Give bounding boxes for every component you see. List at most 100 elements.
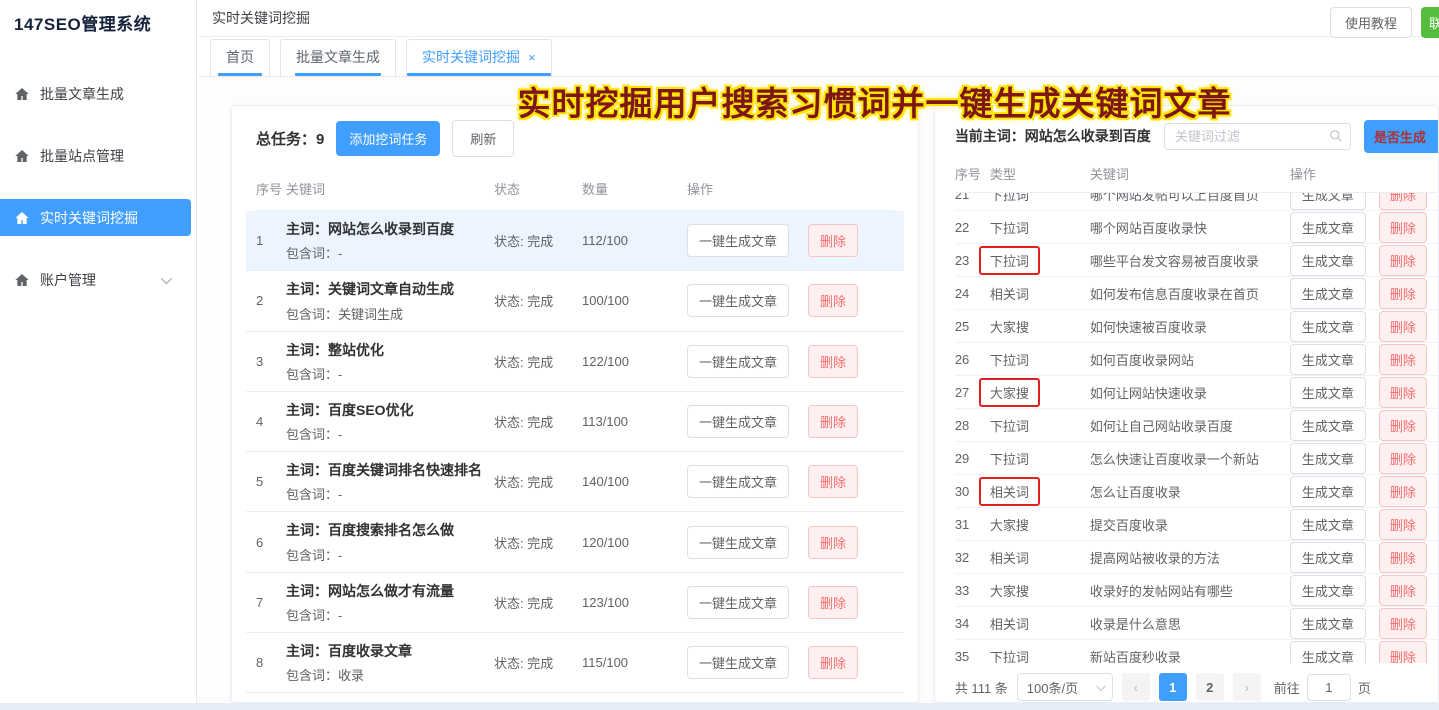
delete-button[interactable]: 删除 (1379, 311, 1427, 342)
prev-page-button[interactable]: ‹ (1122, 673, 1150, 701)
table-row: 33 大家搜 收录好的发帖网站有哪些 生成文章删除 (955, 574, 1438, 607)
main-keyword: 主词：网站怎么收录到百度 (286, 219, 494, 239)
delete-button[interactable]: 删除 (808, 405, 858, 438)
delete-button[interactable]: 删除 (808, 586, 858, 619)
delete-button[interactable]: 删除 (1379, 542, 1427, 573)
table-row[interactable]: 3 主词：整站优化包含词：- 状态: 完成 122/100 一键生成文章删除 (246, 332, 904, 392)
keyword-type: 相关词 (990, 284, 1029, 303)
delete-button[interactable]: 删除 (808, 646, 858, 679)
sidebar-item-account[interactable]: 账户管理 (0, 261, 191, 298)
delete-button[interactable]: 删除 (1379, 509, 1427, 540)
keyword-type: 相关词 (990, 614, 1029, 633)
delete-button[interactable]: 删除 (808, 345, 858, 378)
contact-button[interactable]: 联 (1421, 7, 1439, 38)
delete-button[interactable]: 删除 (1379, 608, 1427, 639)
status-text: 状态: 完成 (494, 231, 582, 250)
table-row: 32 相关词 提高网站被收录的方法 生成文章删除 (955, 541, 1438, 574)
mined-keyword: 收录是什么意思 (1090, 614, 1290, 633)
generate-article-button[interactable]: 生成文章 (1290, 575, 1366, 606)
next-page-button[interactable]: › (1233, 673, 1261, 701)
generate-article-button[interactable]: 生成文章 (1290, 212, 1366, 243)
table-row[interactable]: 5 主词：百度关键词排名快速排名包含词：- 状态: 完成 140/100 一键生… (246, 452, 904, 512)
page-number-2[interactable]: 2 (1196, 673, 1224, 701)
delete-button[interactable]: 删除 (808, 284, 858, 317)
generate-article-button[interactable]: 一键生成文章 (687, 526, 789, 559)
delete-button[interactable]: 删除 (1379, 377, 1427, 408)
keyword-toolbar: 当前主词：网站怎么收录到百度 是否生成 (955, 114, 1438, 158)
generate-article-button[interactable]: 生成文章 (1290, 608, 1366, 639)
generate-article-button[interactable]: 生成文章 (1290, 245, 1366, 276)
table-row: 30 相关词 怎么让百度收录 生成文章删除 (955, 475, 1438, 508)
table-row[interactable]: 4 主词：百度SEO优化包含词：- 状态: 完成 113/100 一键生成文章删… (246, 392, 904, 452)
table-row[interactable]: 8 主词：百度收录文章包含词：收录 状态: 完成 115/100 一键生成文章删… (246, 633, 904, 693)
keyword-table-body[interactable]: 21 下拉词 哪个网站发帖可以上百度首页 生成文章删除 22 下拉词 哪个网站百… (955, 193, 1438, 663)
delete-button[interactable]: 删除 (1379, 410, 1427, 441)
tutorial-button[interactable]: 使用教程 (1330, 7, 1412, 38)
tab-batch-article[interactable]: 批量文章生成 (280, 39, 396, 76)
sidebar: 147SEO管理系统 批量文章生成 批量站点管理 实时关键词挖掘 账户管理 (0, 0, 197, 710)
tab-bar: 首页 批量文章生成 实时关键词挖掘× (198, 37, 1439, 77)
delete-button[interactable]: 删除 (1379, 641, 1427, 664)
include-words: 包含词：- (286, 243, 494, 262)
delete-button[interactable]: 删除 (808, 224, 858, 257)
generate-article-button[interactable]: 生成文章 (1290, 476, 1366, 507)
main-keyword: 主词：百度收录文章 (286, 641, 494, 661)
delete-button[interactable]: 删除 (1379, 476, 1427, 507)
mined-keyword: 新站百度秒收录 (1090, 647, 1290, 664)
table-row[interactable]: 2 主词：关键词文章自动生成包含词：关键词生成 状态: 完成 100/100 一… (246, 271, 904, 331)
mined-keyword: 如何发布信息百度收录在首页 (1090, 284, 1290, 303)
home-icon (14, 210, 30, 226)
keyword-filter-input[interactable] (1164, 123, 1351, 150)
sidebar-item-batch-article[interactable]: 批量文章生成 (0, 75, 191, 112)
generate-article-button[interactable]: 生成文章 (1290, 641, 1366, 664)
generate-article-button[interactable]: 生成文章 (1290, 410, 1366, 441)
page-number-1[interactable]: 1 (1159, 673, 1187, 701)
generate-article-button[interactable]: 一键生成文章 (687, 405, 789, 438)
generate-article-button[interactable]: 生成文章 (1290, 443, 1366, 474)
generate-article-button[interactable]: 一键生成文章 (687, 646, 789, 679)
delete-button[interactable]: 删除 (808, 465, 858, 498)
table-row[interactable]: 7 主词：网站怎么做才有流量包含词：- 状态: 完成 123/100 一键生成文… (246, 573, 904, 633)
delete-button[interactable]: 删除 (1379, 212, 1427, 243)
generate-article-button[interactable]: 一键生成文章 (687, 465, 789, 498)
keyword-pagination: 共 111 条 100条/页 ‹ 1 2 › 前往 页 (955, 673, 1438, 701)
delete-button[interactable]: 删除 (1379, 245, 1427, 276)
sidebar-item-label: 账户管理 (40, 270, 96, 290)
delete-button[interactable]: 删除 (1379, 575, 1427, 606)
mined-keyword: 怎么让百度收录 (1090, 482, 1290, 501)
generate-article-button[interactable]: 生成文章 (1290, 278, 1366, 309)
generate-article-button[interactable]: 一键生成文章 (687, 224, 789, 257)
keyword-panel: 当前主词：网站怎么收录到百度 是否生成 序号 类型 关键词 操作 21 (934, 105, 1439, 703)
table-row[interactable]: 1 主词：网站怎么收录到百度包含词：- 状态: 完成 112/100 一键生成文… (246, 211, 904, 271)
sidebar-item-realtime-keyword[interactable]: 实时关键词挖掘 (0, 199, 191, 236)
home-icon (14, 272, 30, 288)
refresh-button[interactable]: 刷新 (452, 120, 514, 157)
generate-toggle-button[interactable]: 是否生成 (1364, 120, 1439, 153)
delete-button[interactable]: 删除 (1379, 278, 1427, 309)
close-icon[interactable]: × (528, 50, 536, 65)
delete-button[interactable]: 删除 (808, 526, 858, 559)
generate-article-button[interactable]: 生成文章 (1290, 377, 1366, 408)
generate-article-button[interactable]: 生成文章 (1290, 193, 1366, 210)
tab-home[interactable]: 首页 (210, 39, 270, 76)
page-size-select[interactable]: 100条/页 (1017, 673, 1113, 701)
keyword-type: 下拉词 (990, 218, 1029, 237)
delete-button[interactable]: 删除 (1379, 193, 1427, 210)
sidebar-item-batch-site[interactable]: 批量站点管理 (0, 137, 191, 174)
delete-button[interactable]: 删除 (1379, 344, 1427, 375)
generate-article-button[interactable]: 生成文章 (1290, 509, 1366, 540)
delete-button[interactable]: 删除 (1379, 443, 1427, 474)
generate-article-button[interactable]: 生成文章 (1290, 542, 1366, 573)
add-task-button[interactable]: 添加挖词任务 (336, 121, 440, 156)
page-label: 页 (1358, 678, 1371, 697)
table-row[interactable]: 6 主词：百度搜索排名怎么做包含词：- 状态: 完成 120/100 一键生成文… (246, 512, 904, 572)
generate-article-button[interactable]: 一键生成文章 (687, 345, 789, 378)
generate-article-button[interactable]: 生成文章 (1290, 344, 1366, 375)
generate-article-button[interactable]: 生成文章 (1290, 311, 1366, 342)
generate-article-button[interactable]: 一键生成文章 (687, 284, 789, 317)
generate-article-button[interactable]: 一键生成文章 (687, 586, 789, 619)
table-row: 22 下拉词 哪个网站百度收录快 生成文章删除 (955, 211, 1438, 244)
mined-keyword: 哪个网站发帖可以上百度首页 (1090, 193, 1290, 204)
goto-page-input[interactable] (1307, 674, 1351, 701)
tab-realtime-keyword[interactable]: 实时关键词挖掘× (406, 39, 552, 76)
